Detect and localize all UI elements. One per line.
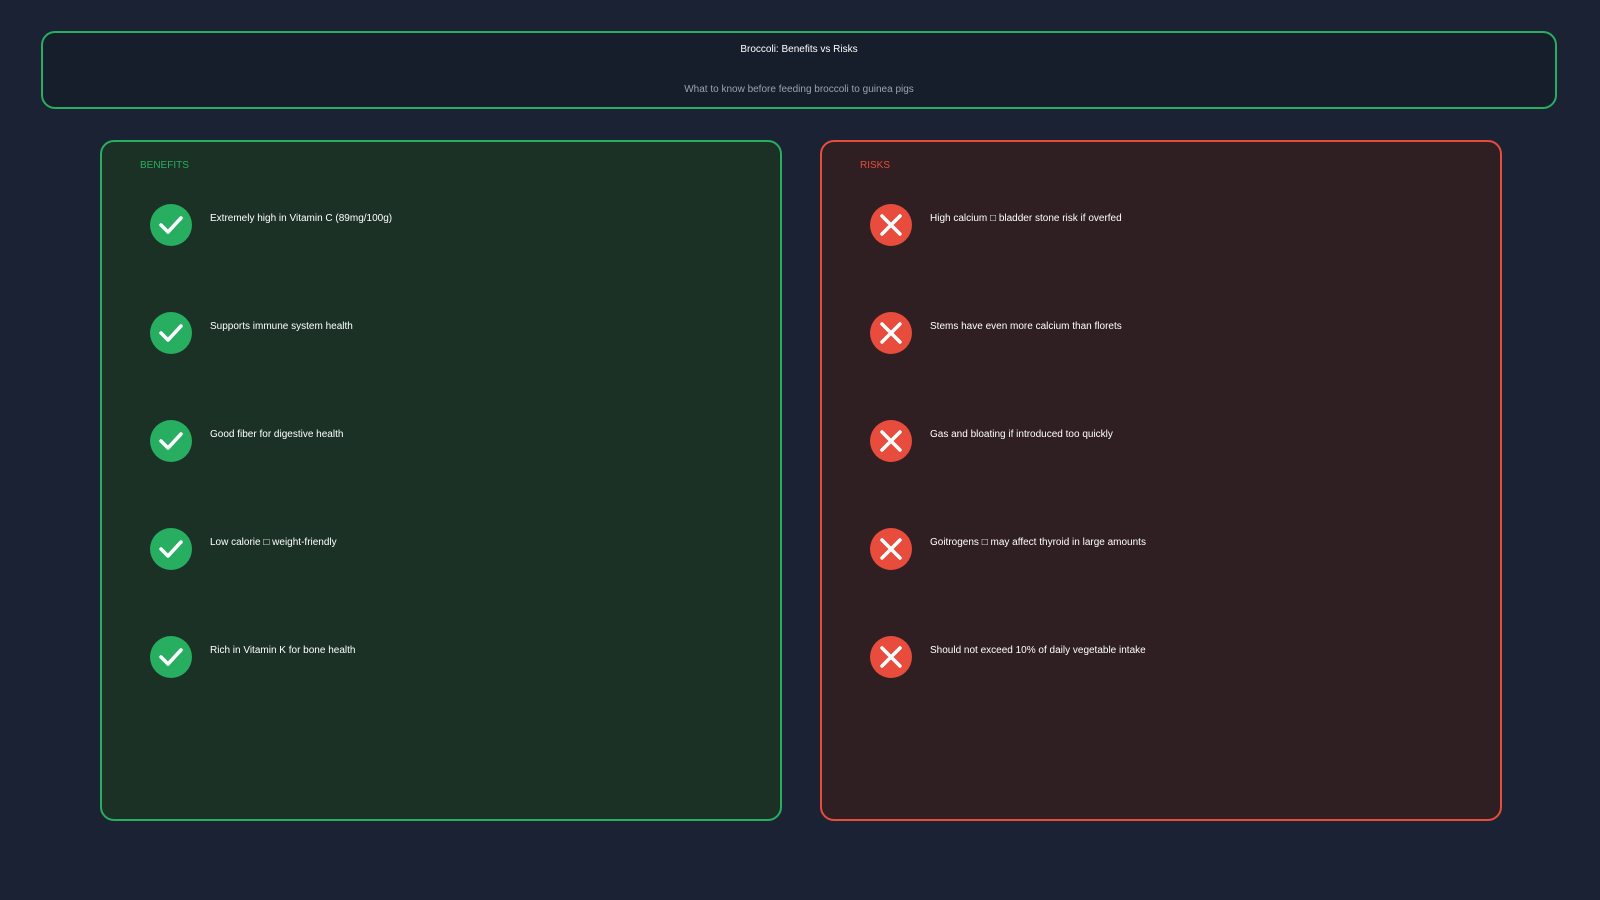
check-icon	[150, 636, 192, 678]
cross-icon	[870, 312, 912, 354]
risk-item: High calcium □ bladder stone risk if ove…	[870, 204, 1450, 246]
benefit-item: Low calorie □ weight-friendly	[150, 528, 730, 570]
benefits-heading: BENEFITS	[140, 160, 189, 171]
risk-text: Stems have even more calcium than floret…	[930, 321, 1122, 332]
risk-text: Should not exceed 10% of daily vegetable…	[930, 645, 1146, 656]
risk-text: Gas and bloating if introduced too quick…	[930, 429, 1113, 440]
benefit-text: Low calorie □ weight-friendly	[210, 537, 337, 548]
benefit-item: Good fiber for digestive health	[150, 420, 730, 462]
title-banner: Broccoli: Benefits vs Risks What to know…	[41, 31, 1557, 109]
benefit-text: Rich in Vitamin K for bone health	[210, 645, 356, 656]
benefits-panel: BENEFITS Extremely high in Vitamin C (89…	[100, 140, 782, 821]
risk-text: High calcium □ bladder stone risk if ove…	[930, 213, 1122, 224]
risk-item: Stems have even more calcium than floret…	[870, 312, 1450, 354]
risk-item: Goitrogens □ may affect thyroid in large…	[870, 528, 1450, 570]
benefit-text: Extremely high in Vitamin C (89mg/100g)	[210, 213, 393, 224]
risk-item: Gas and bloating if introduced too quick…	[870, 420, 1450, 462]
cross-icon	[870, 528, 912, 570]
cross-icon	[870, 204, 912, 246]
risks-heading: RISKS	[860, 160, 891, 171]
check-icon	[150, 420, 192, 462]
page-subtitle: What to know before feeding broccoli to …	[684, 84, 914, 95]
benefit-text: Good fiber for digestive health	[210, 429, 344, 440]
benefit-item: Rich in Vitamin K for bone health	[150, 636, 730, 678]
benefit-text: Supports immune system health	[210, 321, 353, 332]
page-title: Broccoli: Benefits vs Risks	[740, 44, 858, 55]
benefit-item: Supports immune system health	[150, 312, 730, 354]
risks-panel: RISKS High calcium □ bladder stone risk …	[820, 140, 1502, 821]
risk-item: Should not exceed 10% of daily vegetable…	[870, 636, 1450, 678]
benefit-item: Extremely high in Vitamin C (89mg/100g)	[150, 204, 730, 246]
risk-text: Goitrogens □ may affect thyroid in large…	[930, 537, 1146, 548]
check-icon	[150, 312, 192, 354]
check-icon	[150, 528, 192, 570]
check-icon	[150, 204, 192, 246]
cross-icon	[870, 636, 912, 678]
cross-icon	[870, 420, 912, 462]
